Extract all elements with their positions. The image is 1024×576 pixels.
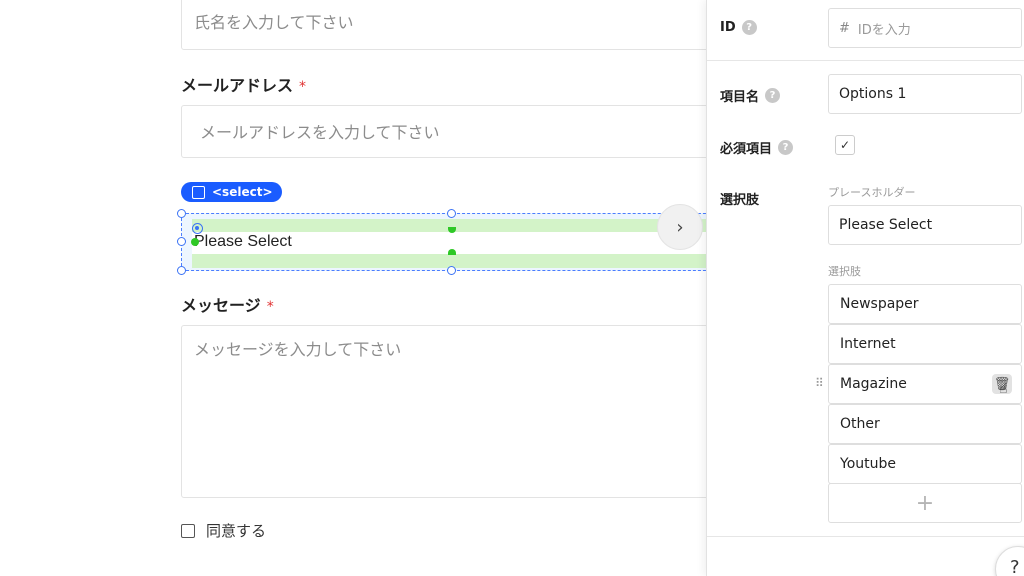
properties-panel: ID ? # IDを入力 項目名 ? Options 1 必須項目 ? ✓ 選択…: [706, 0, 1024, 576]
name-placeholder: 氏名を入力して下さい: [194, 13, 354, 32]
resize-handle-top-left[interactable]: [177, 209, 186, 218]
option-input[interactable]: Newspaper: [828, 284, 1022, 324]
divider: [707, 60, 1024, 61]
option-input[interactable]: Youtube: [828, 444, 1022, 484]
selected-select-field[interactable]: Please Select: [177, 209, 706, 275]
item-name-label: 項目名 ?: [720, 86, 781, 105]
option-label: Other: [840, 416, 880, 432]
id-label-text: ID: [720, 20, 736, 35]
id-input[interactable]: # IDを入力: [828, 8, 1022, 48]
padding-handle-left[interactable]: [191, 238, 199, 246]
padding-handle-bottom[interactable]: [448, 249, 456, 255]
choices-label: 選択肢: [720, 189, 759, 208]
hand-cursor-icon: ☝: [999, 381, 1008, 397]
option-label: Magazine: [840, 376, 907, 392]
help-button[interactable]: ?: [995, 546, 1024, 576]
email-label: メールアドレス *: [181, 72, 306, 96]
option-label: Youtube: [840, 456, 896, 472]
resize-handle-bottom[interactable]: [447, 266, 456, 275]
message-label: メッセージ *: [181, 292, 274, 316]
checkbox-square-icon: [192, 185, 205, 199]
options-sublabel: 選択肢: [828, 265, 861, 278]
placeholder-input[interactable]: Please Select: [828, 205, 1022, 245]
select-value: Please Select: [194, 233, 292, 250]
select-tag-label: <select>: [212, 185, 273, 199]
checkmark-icon: ✓: [839, 138, 851, 152]
message-label-text: メッセージ: [181, 296, 261, 315]
divider: [707, 536, 1024, 537]
agree-checkbox[interactable]: 同意する: [181, 520, 266, 541]
checkbox-icon[interactable]: [181, 523, 195, 538]
hash-icon: #: [839, 20, 850, 36]
resize-handle-bottom-left[interactable]: [177, 266, 186, 275]
next-button[interactable]: ›: [657, 204, 703, 250]
id-placeholder: IDを入力: [857, 22, 911, 38]
email-label-text: メールアドレス: [181, 76, 294, 95]
placeholder-sublabel: プレースホルダー: [828, 186, 916, 199]
chevron-right-icon: ›: [676, 216, 684, 238]
email-input[interactable]: メールアドレスを入力して下さい: [181, 105, 706, 158]
resize-handle-left[interactable]: [177, 237, 186, 246]
help-icon[interactable]: ?: [778, 140, 794, 155]
required-mark: *: [266, 299, 274, 315]
add-option-button[interactable]: +: [828, 483, 1022, 523]
email-placeholder: メールアドレスを入力して下さい: [200, 123, 440, 142]
question-icon: ?: [1010, 557, 1020, 576]
plus-icon: +: [915, 490, 935, 516]
option-input[interactable]: Internet: [828, 324, 1022, 364]
choices-label-text: 選択肢: [720, 193, 760, 208]
agree-label: 同意する: [206, 522, 267, 540]
id-label: ID ?: [720, 20, 757, 35]
required-mark: *: [299, 79, 307, 95]
resize-handle-top[interactable]: [447, 209, 456, 218]
required-label-text: 必須項目: [720, 142, 773, 157]
required-checkbox[interactable]: ✓: [835, 135, 855, 155]
select-element-tag[interactable]: <select>: [181, 182, 282, 202]
name-input[interactable]: 氏名を入力して下さい: [181, 0, 706, 50]
item-name-input[interactable]: Options 1: [828, 74, 1022, 114]
message-placeholder: メッセージを入力して下さい: [194, 340, 402, 359]
option-label: Newspaper: [840, 296, 919, 312]
help-icon[interactable]: ?: [765, 88, 781, 103]
help-icon[interactable]: ?: [741, 20, 757, 35]
item-name-label-text: 項目名: [720, 90, 760, 105]
form-canvas: 氏名を入力して下さい メールアドレス * メールアドレスを入力して下さい <sel…: [0, 0, 706, 576]
drag-handle-icon[interactable]: ⠿: [815, 377, 824, 389]
message-textarea[interactable]: メッセージを入力して下さい: [181, 325, 706, 498]
option-label: Internet: [840, 336, 896, 352]
option-input[interactable]: Other: [828, 404, 1022, 444]
item-name-value: Options 1: [839, 86, 907, 102]
required-label: 必須項目 ?: [720, 138, 794, 157]
placeholder-value: Please Select: [839, 217, 933, 233]
